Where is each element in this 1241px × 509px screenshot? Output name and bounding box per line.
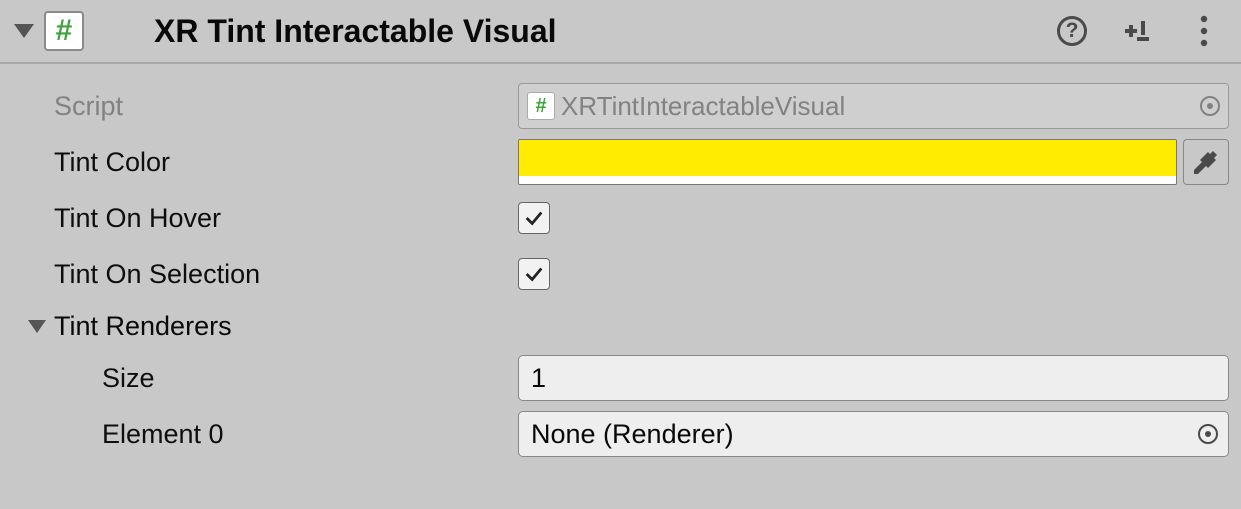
color-field bbox=[518, 139, 1229, 185]
kebab-menu-icon bbox=[1199, 14, 1209, 48]
row-array-element-0: Element 0 None (Renderer) bbox=[12, 406, 1229, 462]
color-swatch[interactable] bbox=[518, 139, 1177, 185]
script-name: XRTintInteractableVisual bbox=[561, 91, 845, 122]
row-tint-on-hover: Tint On Hover bbox=[12, 190, 1229, 246]
input-array-size[interactable]: 1 bbox=[518, 355, 1229, 401]
script-icon: # bbox=[44, 11, 84, 51]
label-tint-color: Tint Color bbox=[12, 147, 518, 178]
object-picker-icon[interactable] bbox=[1198, 424, 1218, 444]
row-tint-renderers: Tint Renderers bbox=[12, 302, 1229, 350]
object-picker-icon[interactable] bbox=[1200, 96, 1220, 116]
eyedropper-button[interactable] bbox=[1183, 139, 1229, 185]
label-size: Size bbox=[12, 363, 518, 394]
eyedropper-icon bbox=[1193, 149, 1219, 175]
row-script: Script # XRTintInteractableVisual bbox=[12, 78, 1229, 134]
label-script: Script bbox=[12, 91, 518, 122]
row-array-size: Size 1 bbox=[12, 350, 1229, 406]
script-field[interactable]: # XRTintInteractableVisual bbox=[518, 83, 1229, 129]
script-icon: # bbox=[527, 92, 555, 120]
component-title: XR Tint Interactable Visual bbox=[154, 13, 1053, 50]
help-button[interactable]: ? bbox=[1053, 12, 1091, 50]
help-icon: ? bbox=[1057, 16, 1087, 46]
object-field-element-0[interactable]: None (Renderer) bbox=[518, 411, 1229, 457]
checkbox-tint-on-selection[interactable] bbox=[518, 258, 550, 290]
component-body: Script # XRTintInteractableVisual Tint C… bbox=[0, 64, 1241, 462]
check-icon bbox=[523, 207, 545, 229]
chevron-down-icon[interactable] bbox=[14, 24, 34, 38]
checkbox-tint-on-hover[interactable] bbox=[518, 202, 550, 234]
component-menu-button[interactable] bbox=[1185, 12, 1223, 50]
preset-icon bbox=[1122, 15, 1154, 47]
label-tint-renderers: Tint Renderers bbox=[54, 311, 232, 342]
color-rgb bbox=[519, 140, 1176, 176]
row-tint-color: Tint Color bbox=[12, 134, 1229, 190]
element-0-value: None (Renderer) bbox=[531, 419, 734, 450]
preset-button[interactable] bbox=[1119, 12, 1157, 50]
component-header: # XR Tint Interactable Visual ? bbox=[0, 0, 1241, 64]
label-element-0: Element 0 bbox=[12, 419, 518, 450]
header-actions: ? bbox=[1053, 12, 1229, 50]
label-tint-on-hover: Tint On Hover bbox=[12, 203, 518, 234]
chevron-down-icon[interactable] bbox=[28, 320, 46, 333]
check-icon bbox=[523, 263, 545, 285]
color-alpha-bar bbox=[519, 176, 1176, 184]
size-value: 1 bbox=[531, 363, 546, 394]
label-tint-on-selection: Tint On Selection bbox=[12, 259, 518, 290]
row-tint-on-selection: Tint On Selection bbox=[12, 246, 1229, 302]
